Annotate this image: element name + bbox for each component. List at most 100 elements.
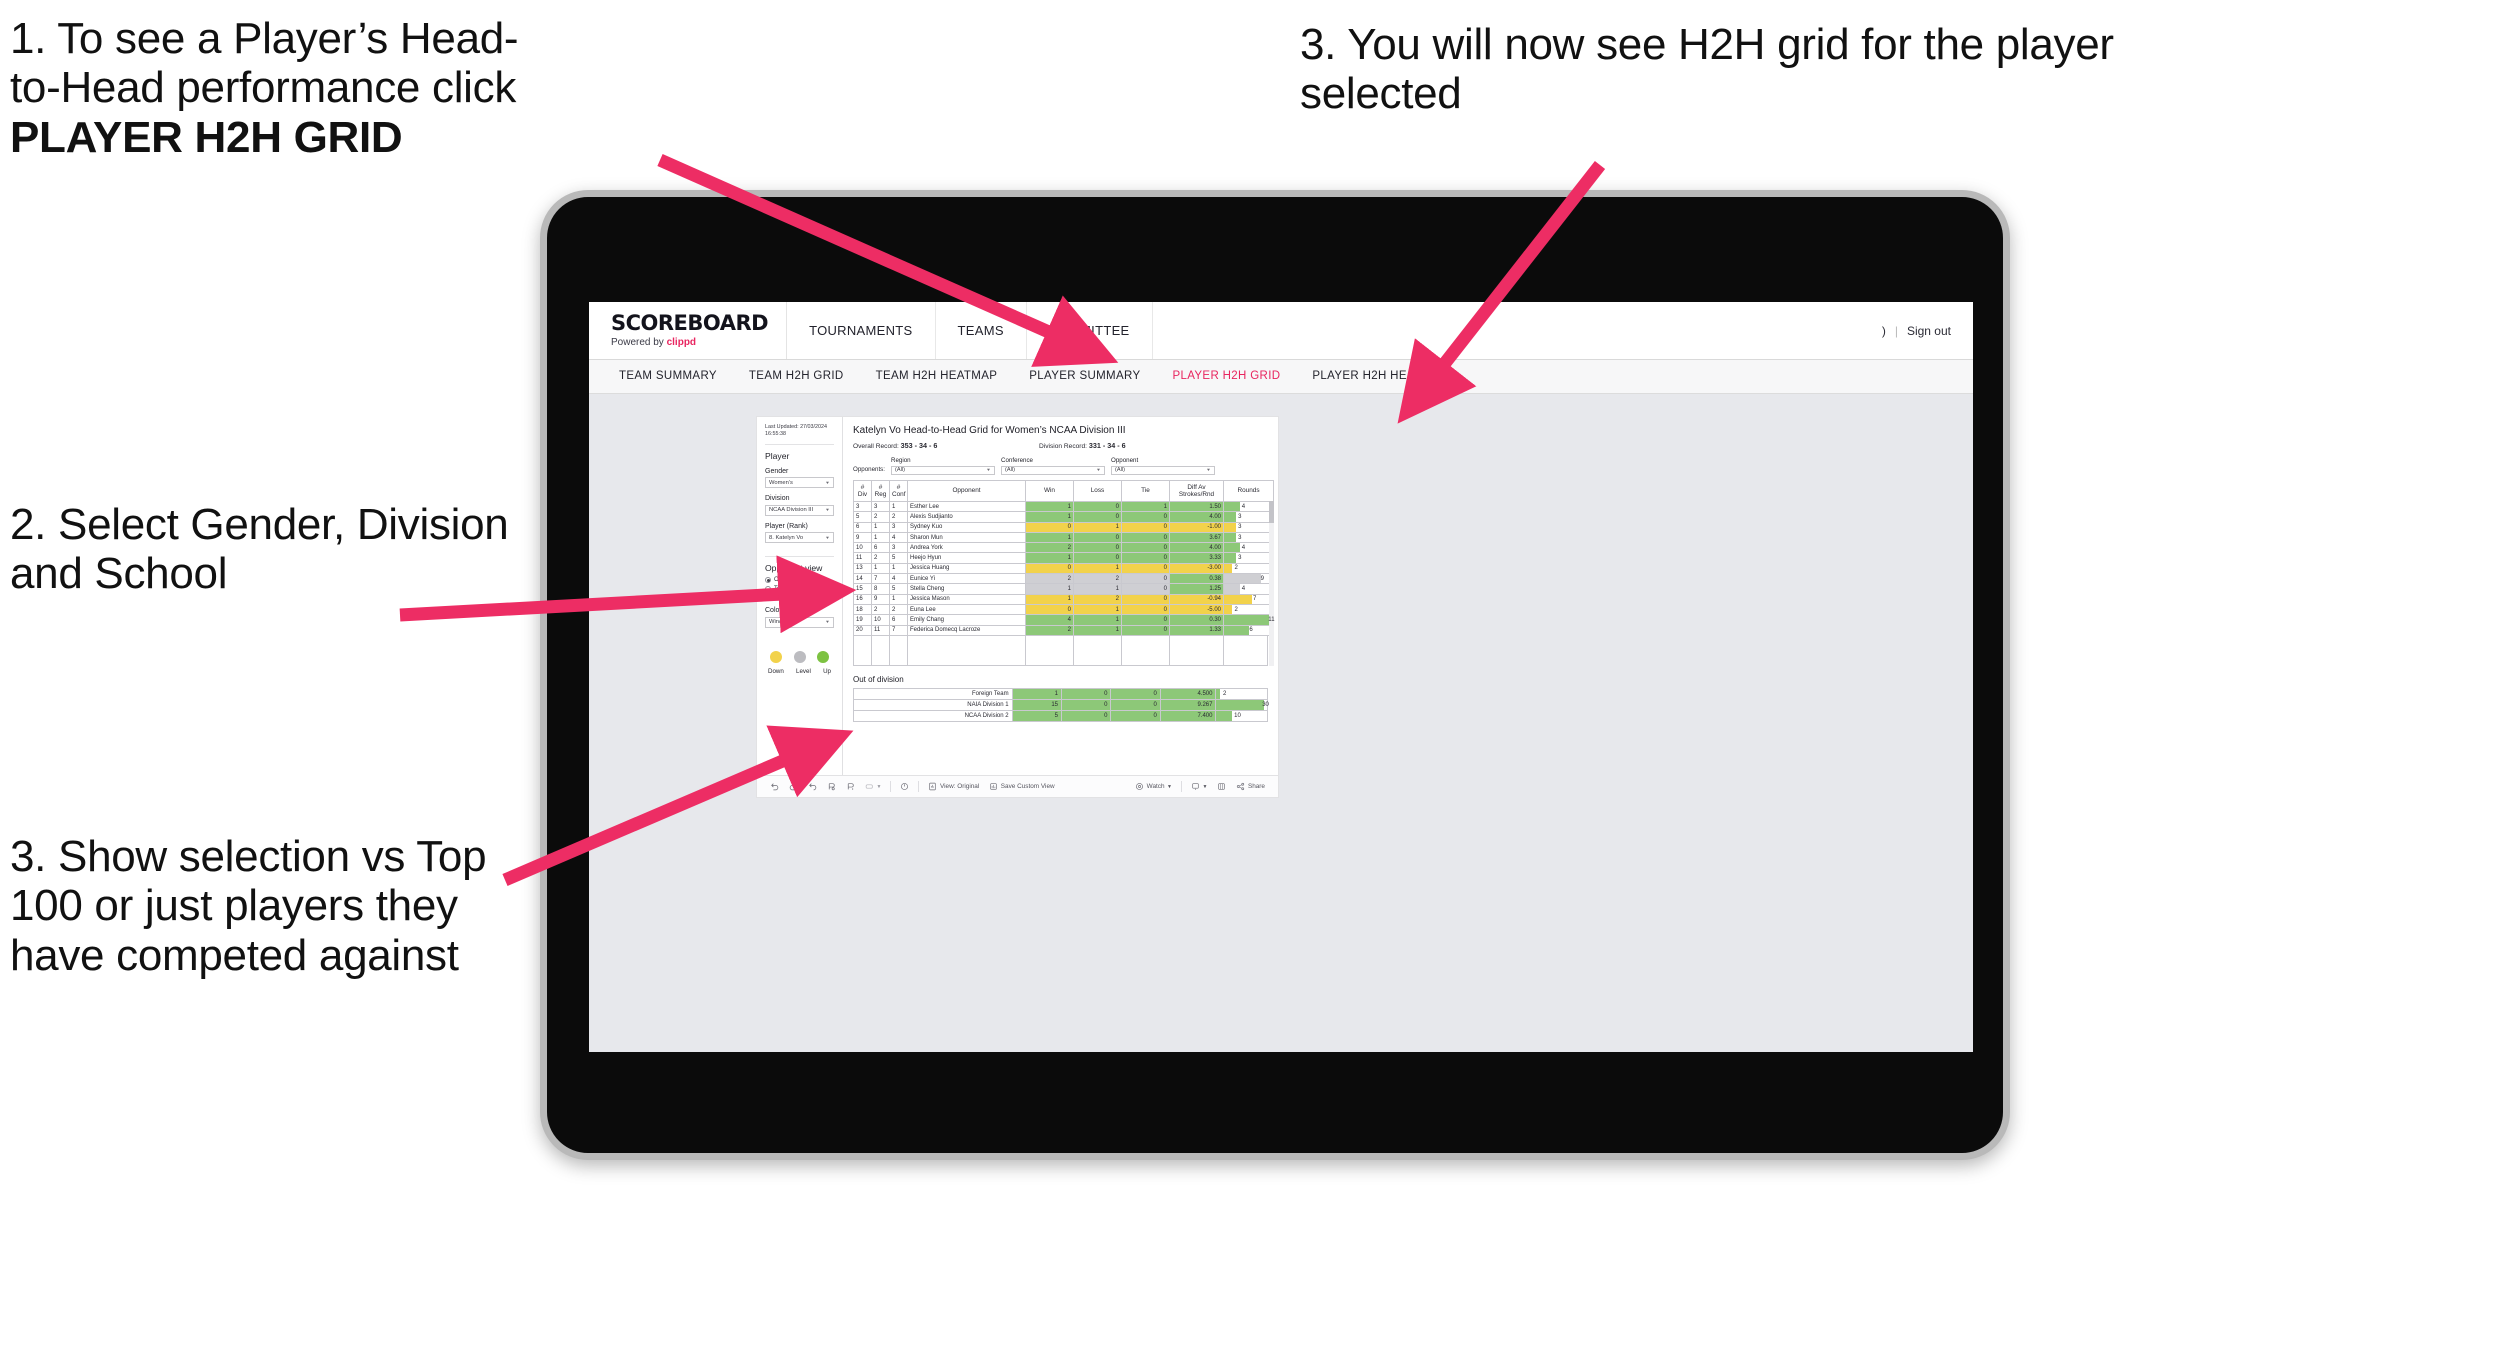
tab-player-h2h-heatmap[interactable]: PLAYER H2H HEATMAP [1296,370,1463,383]
cell-conf: 1 [889,593,908,605]
table-row[interactable]: 13 1 1 Jessica Huang 0 1 0 -3.00 2 [853,562,1274,575]
table-row[interactable]: 3 3 1 Esther Lee 1 0 1 1.50 4 [853,500,1274,513]
tab-team-summary[interactable]: TEAM SUMMARY [603,370,733,383]
chevron-down-icon: ▼ [1167,783,1172,790]
cell-reg: 8 [871,583,890,595]
watch-button[interactable]: Watch ▼ [1130,782,1177,791]
table-row[interactable]: 11 2 5 Heejo Hyun 1 0 0 3.33 3 [853,552,1274,564]
save-custom-view-button[interactable]: Save Custom View [984,782,1059,791]
cell-diff: 4.500 [1159,687,1217,700]
tab-team-h2h-heatmap[interactable]: TEAM H2H HEATMAP [860,370,1014,383]
division-record-value: 331 - 34 - 6 [1088,441,1126,450]
cell-tie: 0 [1121,531,1170,544]
cell-rounds: 3 [1223,531,1274,544]
refresh-data-icon[interactable] [822,782,841,791]
page-title: Katelyn Vo Head-to-Head Grid for Women’s… [853,425,1126,436]
cell-div: 20 [853,624,872,636]
cell-rounds: 3 [1223,552,1274,564]
col-reg: # Reg [871,480,890,502]
table-body: 3 3 1 Esther Lee 1 0 1 1.50 4 5 2 2 Alexis Sudjianto… [853,500,1275,636]
cell-loss: 0 [1073,542,1122,554]
cell-tie: 0 [1121,552,1170,564]
view-original-button[interactable]: View: Original [923,782,984,791]
opponents-label: Opponents: [853,466,885,473]
table-row[interactable]: 15 8 5 Stella Cheng 1 1 0 1.25 4 [853,583,1274,595]
out-of-division-row[interactable]: NCAA Division 2 5 0 0 7.400 10 [853,709,1268,722]
colour-by-select[interactable]: Win/loss ▼ [765,616,834,628]
table-row[interactable]: 5 2 2 Alexis Sudjianto 1 0 0 4.00 3 [853,511,1274,523]
player-rank-select[interactable]: 8. Katelyn Vo ▼ [765,532,834,543]
redo-icon[interactable] [784,782,803,791]
device-preview-icon[interactable]: ▼ [860,782,886,791]
user-account-icon[interactable]: ) [1882,324,1886,338]
nav-tournaments[interactable]: TOURNAMENTS [787,302,936,359]
radio-top-100[interactable]: Top 100 [765,585,834,592]
cell-rounds: 4 [1223,542,1274,554]
full-screen-icon[interactable] [1212,782,1231,791]
table-row[interactable]: 6 1 3 Sydney Kuo 0 1 0 -1.00 3 [853,521,1274,533]
table-row[interactable]: 14 7 4 Eunice Yi 2 2 0 0.38 9 [853,573,1274,585]
header-row: # Div # Reg # Conf Opponent Win Loss Tie Di… [853,480,1274,502]
table-row[interactable]: 18 2 2 Euna Lee 0 1 0 -5.00 2 [853,603,1274,616]
table-row[interactable]: 9 1 4 Sharon Mun 1 0 0 3.67 3 [853,531,1274,544]
cell-conf: 5 [889,583,908,595]
out-of-division-row[interactable]: Foreign Team 1 0 0 4.500 2 [853,687,1268,700]
chevron-down-icon: ▼ [825,480,830,485]
pause-updates-icon[interactable] [841,782,860,791]
cell-diff: 1.25 [1169,583,1224,595]
cell-opponent: Heejo Hyun [907,552,1026,564]
toolbar-divider [918,781,920,792]
cell-div: 13 [853,562,872,575]
nav-committee[interactable]: COMMITTEE [1027,302,1153,359]
download-icon[interactable]: ▼ [1186,782,1212,791]
gender-select[interactable]: Women’s ▼ [765,477,834,488]
revert-icon[interactable] [803,782,822,791]
opponent-label: Opponent [1111,457,1139,464]
filter-pane: Last Updated: 27/03/2024 16:55:38 Player… [757,417,843,775]
chevron-down-icon: ▼ [1096,467,1101,473]
tab-player-h2h-grid[interactable]: PLAYER H2H GRID [1156,370,1296,383]
cell-div: 15 [853,583,872,595]
radio-button-icon [765,585,771,592]
table-row[interactable]: 19 10 6 Emily Chang 4 1 0 0.30 11 [853,614,1275,626]
cell-win: 0 [1025,521,1074,533]
radio-opponents-played[interactable]: Opponents Played [765,577,834,583]
save-custom-view-label: Save Custom View [1000,783,1055,790]
col-tie: Tie [1121,480,1170,502]
cell-div: 16 [853,593,872,605]
sign-out-link[interactable]: Sign out [1907,324,1951,338]
table-empty-space [853,635,1268,666]
nav-teams[interactable]: TEAMS [936,302,1027,359]
cell-reg: 9 [871,593,890,605]
cell-tie: 0 [1121,614,1170,626]
dashboard-body: Last Updated: 27/03/2024 16:55:38 Player… [757,417,1278,775]
out-of-division-row[interactable]: NAIA Division 1 15 0 0 9.267 30 [853,698,1269,711]
cell-tie: 0 [1121,624,1170,636]
brand-logo[interactable]: SCOREBOARD Powered by clippd [589,302,788,359]
table-row[interactable]: 20 11 7 Federica Domecq Lacroze 2 1 0 1.33 6 [853,624,1274,636]
region-select[interactable]: (All) ▼ [891,465,995,475]
division-select[interactable]: NCAA Division III ▼ [765,504,834,516]
pause-auto-updates-icon[interactable] [895,782,914,791]
player-rank-label: Player (Rank) [765,522,808,530]
table-row[interactable]: 16 9 1 Jessica Mason 1 2 0 -0.94 7 [853,593,1274,605]
opponent-select[interactable]: (All) ▼ [1111,465,1215,475]
table-row[interactable]: 10 6 3 Andrea York 2 0 0 4.00 4 [853,542,1274,554]
cell-win: 2 [1025,624,1074,636]
cell-loss: 0 [1061,698,1112,711]
top-navigation: TOURNAMENTS TEAMS COMMITTEE [787,302,1153,359]
cell-rounds: 30 [1215,698,1269,711]
tab-team-h2h-grid[interactable]: TEAM H2H GRID [733,370,860,383]
tab-player-summary[interactable]: PLAYER SUMMARY [1013,370,1156,383]
cell-conf: 1 [889,500,908,513]
site-header: SCOREBOARD Powered by clippd TOURNAMENTS… [589,302,1973,360]
gender-value: Women’s [769,479,793,486]
conference-select[interactable]: (All) ▼ [1001,465,1105,475]
share-button[interactable]: Share [1231,782,1270,791]
cell-diff: 4.00 [1169,542,1224,554]
rounds-value: 3 [1238,555,1242,562]
cell-rounds: 11 [1223,614,1275,626]
undo-icon[interactable] [765,782,784,791]
cell-win: 1 [1025,500,1074,513]
rounds-value: 4 [1241,586,1246,593]
